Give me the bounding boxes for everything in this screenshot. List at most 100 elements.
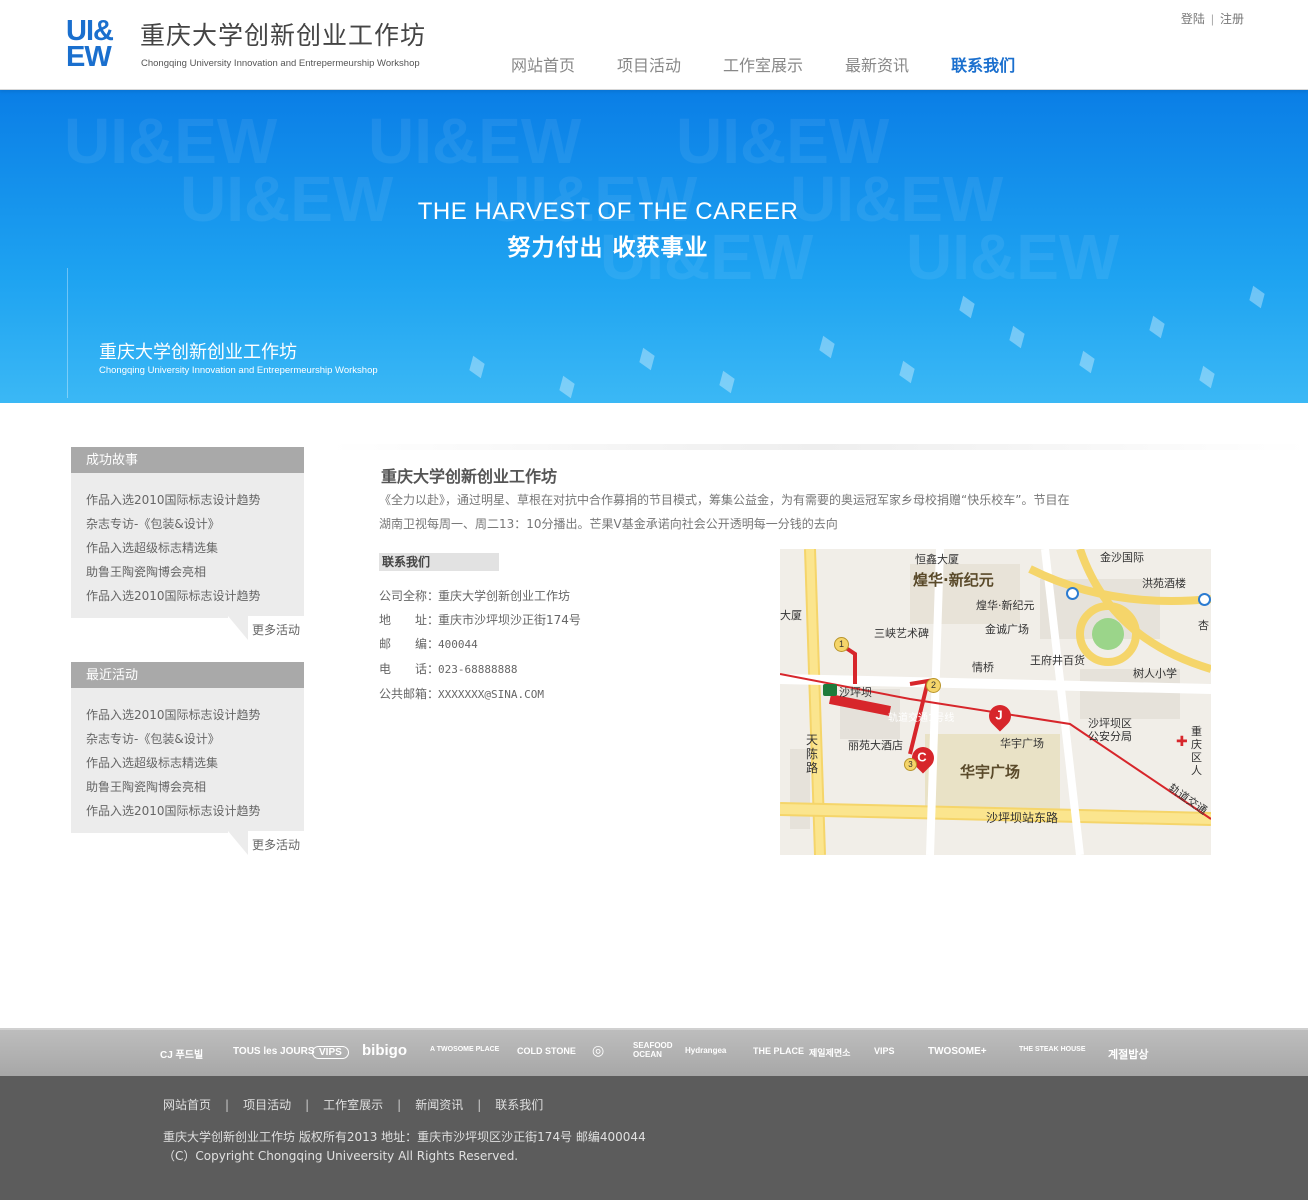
list-item[interactable]: 作品入选超级标志精选集 [86, 751, 289, 775]
footer-nav-home[interactable]: 网站首页 [163, 1098, 211, 1112]
list-item[interactable]: 助鲁王陶瓷陶博会亮相 [86, 775, 289, 799]
list-item[interactable]: 杂志专访-《包装&设计》 [86, 727, 289, 751]
map-label: 轨道交通1号线 [888, 713, 955, 724]
brand-logo[interactable]: VIPS [312, 1046, 349, 1059]
map-label: 三峡艺术碑 [874, 627, 929, 640]
nav-projects[interactable]: 项目活动 [617, 52, 681, 76]
contact-value[interactable]: XXXXXXX@SINA.COM [438, 688, 544, 701]
partner-logos-bar: CJ 푸드빌 TOUS les JOURS VIPS bibigo A TWOS… [0, 1028, 1308, 1076]
login-link[interactable]: 登陆 [1181, 12, 1205, 26]
divider: | [397, 1098, 402, 1112]
map-label: 大厦 [780, 609, 802, 622]
brand-logo[interactable]: TOUS les JOURS [233, 1046, 315, 1057]
snowflake-decoration [959, 295, 975, 319]
register-link[interactable]: 注册 [1220, 12, 1244, 26]
site-logo[interactable]: UI& EW 重庆大学创新创业工作坊 Chongqing University … [66, 16, 466, 72]
panel-footer: 更多活动 [71, 831, 304, 855]
snowflake-decoration [1199, 365, 1215, 389]
location-map[interactable]: 恒鑫大厦 金沙国际 煌华·新纪元 洪苑酒楼 大厦 煌华·新纪元 金诚广场 三峡艺… [780, 549, 1211, 855]
page-title: 重庆大学创新创业工作坊 [381, 467, 558, 486]
nav-studio[interactable]: 工作室展示 [723, 52, 803, 76]
list-item[interactable]: 作品入选超级标志精选集 [86, 536, 289, 560]
page-fold-decoration [228, 616, 248, 640]
nav-home[interactable]: 网站首页 [511, 52, 575, 76]
logo-title-cn: 重庆大学创新创业工作坊 [140, 21, 427, 50]
footer-nav-news[interactable]: 新闻资讯 [415, 1098, 463, 1112]
snowflake-decoration [469, 355, 485, 379]
subway-icon [823, 684, 837, 696]
brand-logo[interactable]: 제일제면소 [809, 1046, 850, 1059]
snowflake-decoration [719, 370, 735, 394]
brand-logo[interactable]: A TWOSOME PLACE [430, 1046, 499, 1053]
footer-nav: 网站首页 | 项目活动 | 工作室展示 | 新闻资讯 | 联系我们 [163, 1096, 543, 1113]
map-label: 金沙国际 [1100, 551, 1144, 564]
banner-title-en: THE HARVEST OF THE CAREER [417, 198, 799, 225]
snowflake-decoration [1249, 285, 1265, 309]
map-label: 树人小学 [1133, 667, 1177, 680]
contact-key: 公共邮箱： [379, 687, 440, 701]
copyright-en: （C）Copyright Chongqing Univeersity All R… [163, 1149, 519, 1163]
bus-icon [1198, 593, 1211, 606]
footer-nav-projects[interactable]: 项目活动 [243, 1098, 291, 1112]
divider: | [477, 1098, 482, 1112]
panel-footer: 更多活动 [71, 616, 304, 640]
list-item[interactable]: 作品入选2010国际标志设计趋势 [86, 703, 289, 727]
divider: | [305, 1098, 310, 1112]
brand-logo[interactable]: CJ 푸드빌 [160, 1046, 203, 1061]
contact-phone: 电 话：023-68888888 [379, 657, 581, 682]
map-label: 金诚广场 [985, 623, 1029, 636]
brand-logo[interactable]: VIPS [874, 1046, 895, 1056]
list-item[interactable]: 作品入选2010国际标志设计趋势 [86, 584, 289, 608]
brand-logo[interactable]: TWOSOME+ [928, 1046, 987, 1057]
list-item[interactable]: 助鲁王陶瓷陶博会亮相 [86, 560, 289, 584]
transit-stop-icon: 1 [834, 637, 849, 652]
map-label: 沙坪坝 [839, 686, 872, 699]
map-label: 重庆区人 [1191, 725, 1202, 777]
account-links: 登陆 | 注册 [1181, 10, 1244, 27]
banner-title-cn: 努力付出 收获事业 [507, 235, 709, 261]
brand-logo[interactable]: bibigo [362, 1042, 407, 1059]
contact-email: 公共邮箱：XXXXXXX@SINA.COM [379, 682, 581, 707]
map-label: 情桥 [972, 661, 994, 674]
site-footer: 网站首页 | 项目活动 | 工作室展示 | 新闻资讯 | 联系我们 重庆大学创新创业工作坊 版权… [0, 1076, 1308, 1200]
brand-logo[interactable]: 계절밥상 [1108, 1046, 1148, 1062]
contact-company: 公司全称：重庆大学创新创业工作坊 [379, 584, 581, 608]
contact-key: 邮 编： [379, 637, 440, 651]
map-label: 沙坪坝站东路 [986, 811, 1059, 825]
contact-value: 400044 [438, 638, 478, 651]
brand-logo[interactable]: THE STEAK HOUSE [1019, 1046, 1086, 1053]
banner-divider [67, 268, 68, 398]
list-item[interactable]: 杂志专访-《包装&设计》 [86, 512, 289, 536]
map-label: 杏 [1198, 619, 1209, 632]
contact-value: 重庆市沙坪坝沙正街174号 [438, 613, 581, 627]
nav-contact[interactable]: 联系我们 [951, 52, 1015, 76]
site-header: UI& EW 重庆大学创新创业工作坊 Chongqing University … [0, 0, 1308, 90]
list-item[interactable]: 作品入选2010国际标志设计趋势 [86, 799, 289, 823]
hero-banner: UI&EW UI&EW UI&EW UI&EW UI&EW UI&EW UI&E… [0, 90, 1308, 403]
brand-logo[interactable]: Hydrangea [685, 1046, 726, 1055]
brand-logo[interactable]: SEAFOOD OCEAN [633, 1041, 673, 1059]
copyright: 重庆大学创新创业工作坊 版权所有2013 地址：重庆市沙坪坝区沙正街174号 邮… [163, 1128, 646, 1166]
snowflake-decoration [639, 347, 655, 371]
footer-nav-studio[interactable]: 工作室展示 [323, 1098, 383, 1112]
divider: | [225, 1098, 230, 1112]
contact-key: 电 话： [379, 662, 440, 676]
snowflake-decoration [559, 375, 575, 399]
more-link[interactable]: 更多活动 [252, 836, 300, 853]
map-label: 煌华·新纪元 [913, 571, 994, 589]
brand-logo[interactable]: COLD STONE [517, 1046, 576, 1056]
more-link[interactable]: 更多活动 [252, 621, 300, 638]
map-label: 洪苑酒楼 [1142, 577, 1186, 590]
nav-news[interactable]: 最新资讯 [845, 52, 909, 76]
footer-nav-contact[interactable]: 联系我们 [495, 1098, 543, 1112]
contact-key: 公司全称： [379, 589, 440, 603]
map-label: 华宇广场 [960, 763, 1021, 781]
brand-logo[interactable]: ◎ [592, 1042, 604, 1059]
success-stories-panel: 成功故事 作品入选2010国际标志设计趋势 杂志专访-《包装&设计》 作品入选超… [71, 447, 304, 640]
map-label: 华宇广场 [1000, 737, 1044, 750]
brand-logo[interactable]: THE PLACE [753, 1046, 804, 1056]
copyright-cn: 重庆大学创新创业工作坊 版权所有2013 地址：重庆市沙坪坝区沙正街174号 邮… [163, 1130, 646, 1144]
recent-activities-panel: 最近活动 作品入选2010国际标志设计趋势 杂志专访-《包装&设计》 作品入选超… [71, 662, 304, 855]
contact-key: 地 址： [379, 613, 440, 627]
list-item[interactable]: 作品入选2010国际标志设计趋势 [86, 488, 289, 512]
